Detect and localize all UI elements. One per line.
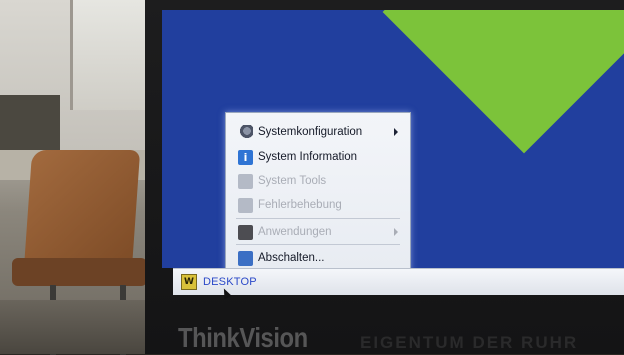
desktop-wallpaper-shape (382, 10, 624, 154)
menu-item-abschalten[interactable]: Abschalten... (226, 247, 410, 269)
gear-icon (238, 124, 253, 140)
tools-icon (238, 173, 253, 189)
menu-item-label: Anwendungen (258, 226, 332, 238)
menu-separator (236, 244, 400, 245)
troubleshoot-icon (238, 197, 253, 213)
start-logo-icon: W (181, 274, 197, 290)
menu-item-label: System Tools (258, 175, 327, 187)
apps-icon (238, 224, 253, 240)
menu-item-fehlerbehebung: Fehlerbehebung (226, 194, 410, 216)
property-sticker: EIGENTUM DER RUHR (360, 333, 579, 352)
submenu-arrow-icon (394, 128, 398, 136)
start-button[interactable]: W DESKTOP (181, 274, 257, 290)
menu-item-anwendungen: Anwendungen (226, 221, 410, 243)
chair-seat (12, 258, 147, 286)
menu-item-system-tools: System Tools (226, 170, 410, 192)
menu-item-systemkonfiguration[interactable]: Systemkonfiguration (226, 121, 410, 143)
menu-item-label: Fehlerbehebung (258, 199, 342, 211)
power-icon (238, 250, 253, 266)
menu-separator (236, 218, 400, 219)
start-button-label: DESKTOP (203, 276, 257, 288)
info-icon (238, 149, 253, 165)
menu-item-label: Abschalten... (258, 252, 325, 264)
chair-back (23, 150, 141, 270)
start-menu: Systemkonfiguration System Information S… (225, 112, 411, 272)
monitor-brand-logo: ThinkVision (178, 322, 308, 353)
window (70, 0, 153, 110)
taskbar: W DESKTOP (173, 268, 624, 295)
menu-item-system-information[interactable]: System Information (226, 146, 410, 168)
menu-item-label: System Information (258, 151, 358, 163)
submenu-arrow-icon (394, 228, 398, 236)
menu-item-label: Systemkonfiguration (258, 126, 363, 138)
